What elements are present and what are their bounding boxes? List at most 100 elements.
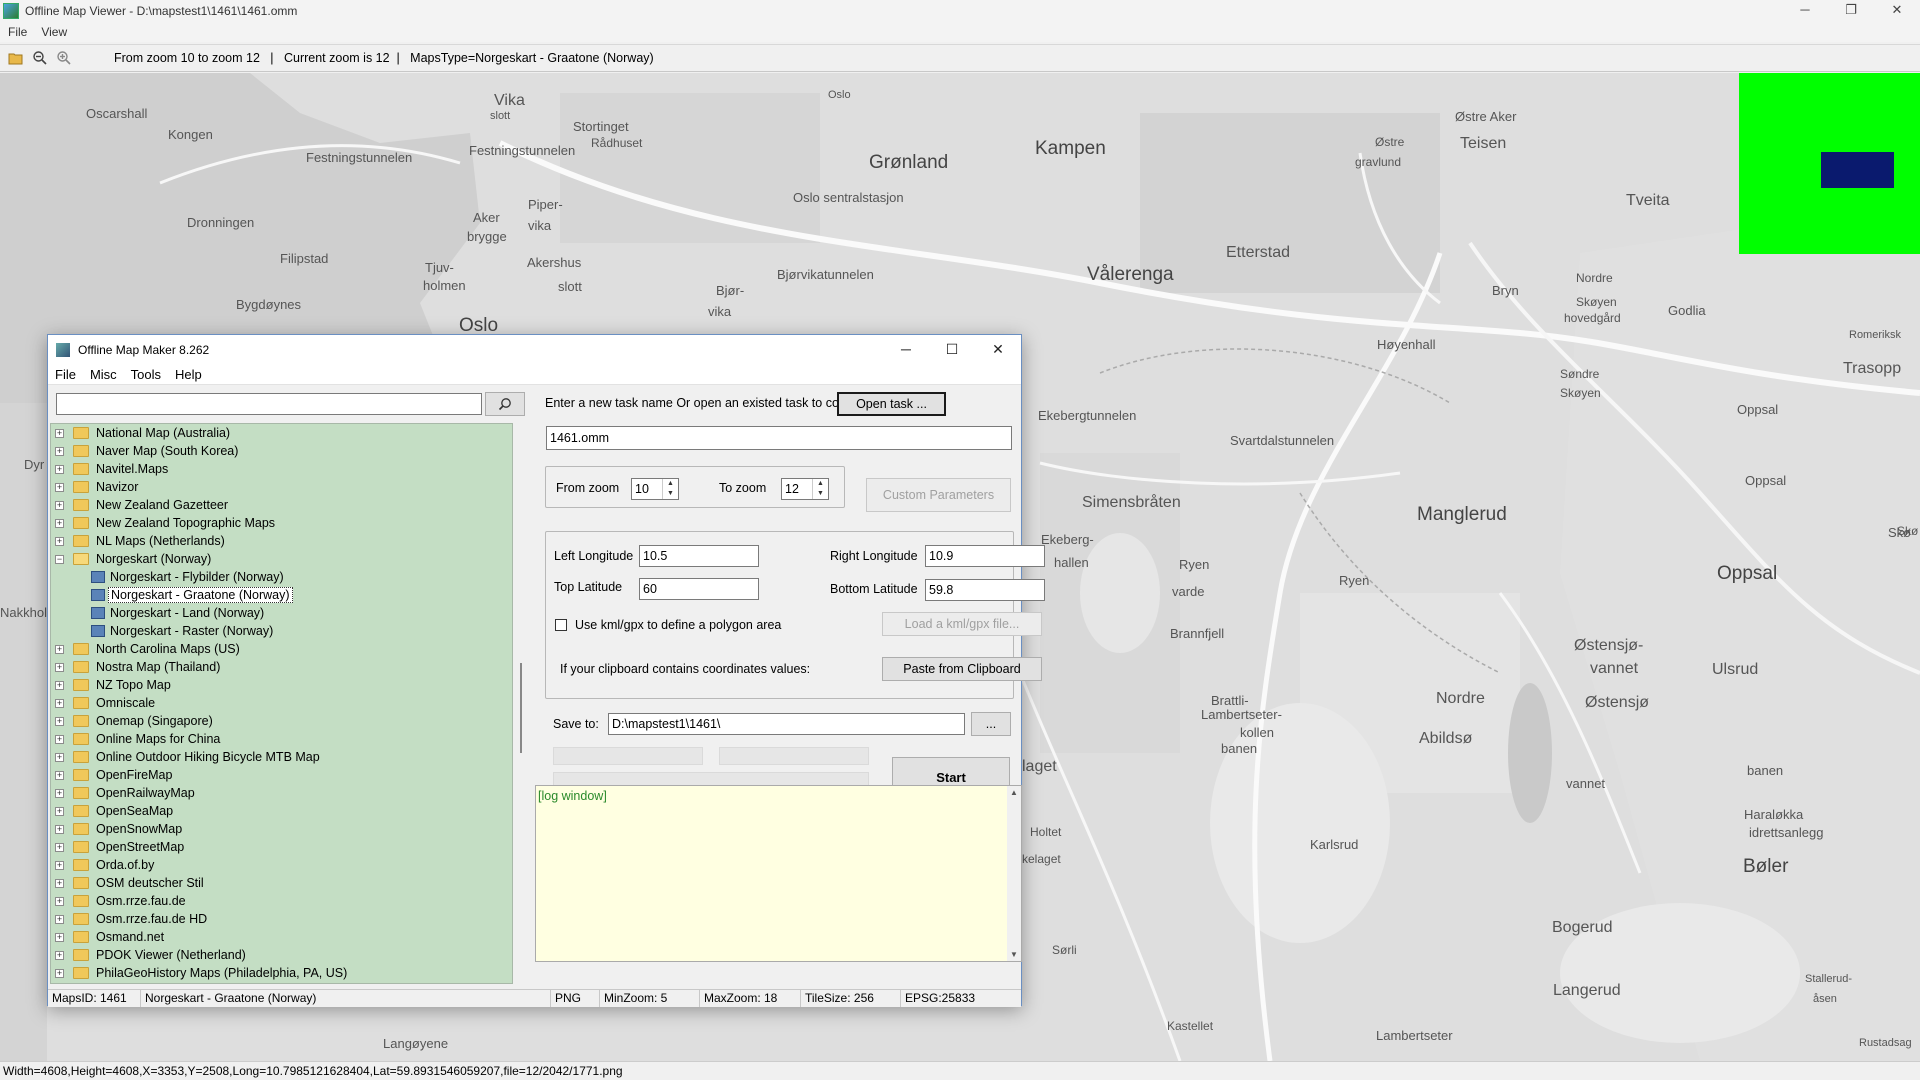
overview-minimap[interactable] bbox=[1739, 73, 1920, 254]
map-provider-folder[interactable]: + OpenSeaMap bbox=[51, 802, 512, 820]
zoom-out-icon[interactable] bbox=[30, 48, 50, 68]
map-provider-folder[interactable]: + OpenSnowMap bbox=[51, 820, 512, 838]
map-provider-folder[interactable]: + PDOK Viewer (Netherland) bbox=[51, 946, 512, 964]
open-task-button[interactable]: Open task ... bbox=[837, 392, 946, 416]
expand-icon[interactable]: + bbox=[55, 788, 64, 798]
expand-icon[interactable]: + bbox=[55, 644, 64, 654]
top-latitude-input[interactable]: 60 bbox=[639, 578, 759, 600]
expand-icon[interactable]: + bbox=[55, 518, 64, 528]
custom-parameters-button[interactable]: Custom Parameters bbox=[866, 478, 1011, 512]
minimize-button[interactable]: ─ bbox=[1782, 0, 1828, 22]
maximize-button[interactable]: ❐ bbox=[1828, 0, 1874, 22]
expand-icon[interactable]: + bbox=[55, 428, 64, 438]
map-source-item[interactable]: Norgeskart - Raster (Norway) bbox=[51, 622, 512, 640]
browse-button[interactable]: ... bbox=[971, 712, 1011, 736]
map-source-item[interactable]: Norgeskart - Flybilder (Norway) bbox=[51, 568, 512, 586]
expand-icon[interactable]: + bbox=[55, 770, 64, 780]
dialog-minimize-button[interactable]: ─ bbox=[883, 335, 929, 365]
map-provider-folder[interactable]: + NL Maps (Netherlands) bbox=[51, 532, 512, 550]
map-provider-folder[interactable]: + Osm.rrze.fau.de bbox=[51, 892, 512, 910]
map-provider-folder[interactable]: − Norgeskart (Norway) bbox=[51, 550, 512, 568]
map-provider-folder[interactable]: + Navitel.Maps bbox=[51, 460, 512, 478]
expand-icon[interactable]: + bbox=[55, 806, 64, 816]
map-provider-folder[interactable]: + NZ Topo Map bbox=[51, 676, 512, 694]
expand-icon[interactable]: + bbox=[55, 482, 64, 492]
dialog-close-button[interactable]: ✕ bbox=[975, 335, 1021, 365]
map-provider-folder[interactable]: + Nostra Map (Thailand) bbox=[51, 658, 512, 676]
dialog-menu-file[interactable]: File bbox=[55, 367, 76, 382]
map-provider-folder[interactable]: + Orda.of.by bbox=[51, 856, 512, 874]
splitter-scrollbar[interactable] bbox=[516, 423, 526, 984]
to-zoom-stepper[interactable]: 12 ▲ ▼ bbox=[781, 478, 829, 500]
map-provider-folder[interactable]: + National Map (Australia) bbox=[51, 424, 512, 442]
stepper-arrows-icon[interactable]: ▲ ▼ bbox=[662, 479, 678, 499]
log-scrollbar[interactable]: ▲ ▼ bbox=[1007, 786, 1021, 961]
expand-icon[interactable]: + bbox=[55, 950, 64, 960]
scroll-down-icon[interactable]: ▼ bbox=[1009, 950, 1019, 959]
load-kml-button[interactable]: Load a kml/gpx file... bbox=[882, 612, 1042, 636]
map-provider-folder[interactable]: + Navizor bbox=[51, 478, 512, 496]
expand-icon[interactable]: + bbox=[55, 896, 64, 906]
map-label: Skøyen bbox=[1576, 295, 1617, 309]
save-to-input[interactable]: D:\mapstest1\1461\ bbox=[608, 713, 965, 735]
maps-tree[interactable]: + National Map (Australia) + Naver Map (Sou… bbox=[50, 423, 513, 984]
left-longitude-input[interactable]: 10.5 bbox=[639, 545, 759, 567]
expand-icon[interactable]: + bbox=[55, 734, 64, 744]
scroll-up-icon[interactable]: ▲ bbox=[1009, 788, 1019, 797]
bottom-latitude-input[interactable]: 59.8 bbox=[925, 579, 1045, 601]
expand-icon[interactable]: + bbox=[55, 878, 64, 888]
map-source-item[interactable]: Norgeskart - Graatone (Norway) bbox=[51, 586, 512, 604]
dialog-menu-misc[interactable]: Misc bbox=[90, 367, 117, 382]
expand-icon[interactable]: + bbox=[55, 500, 64, 510]
map-provider-folder[interactable]: + OSM deutscher Stil bbox=[51, 874, 512, 892]
map-provider-folder[interactable]: + OpenFireMap bbox=[51, 766, 512, 784]
expand-icon[interactable]: + bbox=[55, 446, 64, 456]
map-provider-folder[interactable]: + Onemap (Singapore) bbox=[51, 712, 512, 730]
expand-icon[interactable]: + bbox=[55, 536, 64, 546]
expand-icon[interactable]: + bbox=[55, 662, 64, 672]
expand-icon[interactable]: + bbox=[55, 680, 64, 690]
from-zoom-stepper[interactable]: 10 ▲ ▼ bbox=[631, 478, 679, 500]
map-provider-folder[interactable]: + Omniscale bbox=[51, 694, 512, 712]
task-name-input[interactable]: 1461.omm bbox=[546, 426, 1012, 450]
paste-from-clipboard-button[interactable]: Paste from Clipboard bbox=[882, 657, 1042, 681]
log-window[interactable]: [log window] ▲ ▼ bbox=[535, 785, 1022, 962]
expand-icon[interactable]: + bbox=[55, 716, 64, 726]
collapse-icon[interactable]: − bbox=[55, 554, 64, 564]
kml-polygon-checkbox[interactable] bbox=[555, 619, 567, 631]
map-provider-folder[interactable]: + Naver Map (South Korea) bbox=[51, 442, 512, 460]
expand-icon[interactable]: + bbox=[55, 464, 64, 474]
map-provider-folder[interactable]: + Online Maps for China bbox=[51, 730, 512, 748]
map-provider-folder[interactable]: + OpenRailwayMap bbox=[51, 784, 512, 802]
search-button[interactable] bbox=[485, 392, 525, 416]
map-provider-folder[interactable]: + Osmand.net bbox=[51, 928, 512, 946]
maps-search-input[interactable] bbox=[56, 393, 482, 415]
expand-icon[interactable]: + bbox=[55, 752, 64, 762]
zoom-in-icon[interactable] bbox=[54, 48, 74, 68]
map-provider-folder[interactable]: + North Carolina Maps (US) bbox=[51, 640, 512, 658]
map-provider-folder[interactable]: + New Zealand Topographic Maps bbox=[51, 514, 512, 532]
map-source-item[interactable]: Norgeskart - Land (Norway) bbox=[51, 604, 512, 622]
map-provider-folder[interactable]: + New Zealand Gazetteer bbox=[51, 496, 512, 514]
dialog-menu-help[interactable]: Help bbox=[175, 367, 202, 382]
map-provider-folder[interactable]: + Osm.rrze.fau.de HD bbox=[51, 910, 512, 928]
dialog-maximize-button[interactable]: ☐ bbox=[929, 335, 975, 365]
stepper-arrows-icon[interactable]: ▲ ▼ bbox=[812, 479, 828, 499]
overview-viewport-frame[interactable] bbox=[1821, 152, 1894, 188]
dialog-menu-tools[interactable]: Tools bbox=[131, 367, 161, 382]
map-provider-folder[interactable]: + OpenStreetMap bbox=[51, 838, 512, 856]
expand-icon[interactable]: + bbox=[55, 968, 64, 978]
close-button[interactable]: ✕ bbox=[1874, 0, 1920, 22]
expand-icon[interactable]: + bbox=[55, 842, 64, 852]
expand-icon[interactable]: + bbox=[55, 914, 64, 924]
open-folder-icon[interactable] bbox=[6, 48, 26, 68]
expand-icon[interactable]: + bbox=[55, 932, 64, 942]
map-provider-folder[interactable]: + PhilaGeoHistory Maps (Philadelphia, PA,… bbox=[51, 964, 512, 982]
menu-file[interactable]: File bbox=[8, 25, 27, 39]
expand-icon[interactable]: + bbox=[55, 824, 64, 834]
right-longitude-input[interactable]: 10.9 bbox=[925, 545, 1045, 567]
expand-icon[interactable]: + bbox=[55, 698, 64, 708]
expand-icon[interactable]: + bbox=[55, 860, 64, 870]
menu-view[interactable]: View bbox=[41, 25, 67, 39]
map-provider-folder[interactable]: + Online Outdoor Hiking Bicycle MTB Map bbox=[51, 748, 512, 766]
